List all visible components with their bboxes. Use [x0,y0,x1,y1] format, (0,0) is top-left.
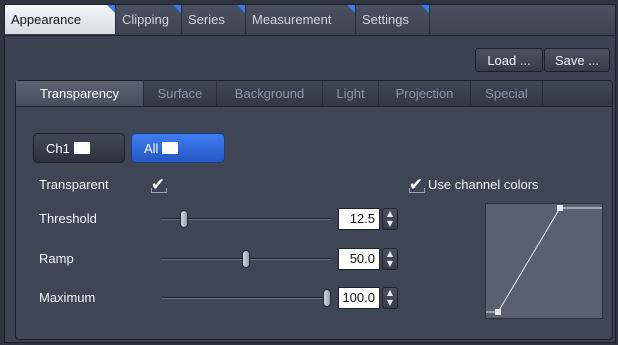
corner-marker-icon [421,5,429,13]
threshold-value-field[interactable]: 12.5 [338,208,380,230]
tab-label: Clipping [122,12,169,27]
ramp-label: Ramp [39,251,74,266]
tab-series[interactable]: Series [182,5,246,34]
corner-marker-icon [347,5,355,13]
tab-label: Settings [362,12,409,27]
use-channel-colors-checkbox[interactable]: ✔ [408,177,425,194]
corner-marker-icon [237,5,245,13]
chevron-up-icon[interactable]: ▲ [387,288,393,297]
ramp-stepper[interactable]: ▲ ▼ [382,248,398,270]
maximum-value-field[interactable]: 100.0 [338,287,380,309]
transparent-label: Transparent [39,177,109,192]
transfer-function-graph[interactable] [485,203,603,319]
chevron-down-icon[interactable]: ▼ [387,219,393,228]
chevron-down-icon[interactable]: ▼ [387,259,393,268]
curve-handle-low[interactable] [495,309,501,315]
chevron-up-icon[interactable]: ▲ [387,249,393,258]
transparent-checkbox[interactable]: ✔ [150,177,167,194]
tab-clipping[interactable]: Clipping [116,5,182,34]
corner-marker-icon [107,5,115,13]
tab-projection[interactable]: Projection [379,81,471,106]
tab-label: Measurement [252,12,332,27]
curve-handle-high[interactable] [557,205,563,211]
tab-transparency[interactable]: Transparency [16,81,144,106]
maximum-slider-thumb[interactable] [323,289,331,307]
save-button[interactable]: Save ... [544,48,610,72]
maximum-stepper[interactable]: ▲ ▼ [382,287,398,309]
tab-background[interactable]: Background [217,81,323,106]
tab-special[interactable]: Special [471,81,543,106]
maximum-label: Maximum [39,290,96,305]
tab-light[interactable]: Light [323,81,379,106]
channel-ch1-button[interactable]: Ch1 [33,133,125,163]
tab-measurement[interactable]: Measurement [246,5,356,34]
top-tab-bar: Appearance Clipping Series Measurement S… [5,5,615,36]
load-button[interactable]: Load ... [475,48,543,72]
tab-settings[interactable]: Settings [356,5,430,34]
tab-label: Series [188,12,225,27]
maximum-slider-track[interactable] [161,297,331,299]
tab-appearance[interactable]: Appearance [5,5,116,34]
tab-label: Appearance [11,12,82,27]
ramp-value-field[interactable]: 50.0 [338,248,380,270]
chevron-down-icon[interactable]: ▼ [387,298,393,307]
threshold-slider-thumb[interactable] [180,210,189,228]
sub-tab-bar: Transparency Surface Background Light Pr… [16,81,612,107]
channel-label: All [144,141,159,156]
threshold-stepper[interactable]: ▲ ▼ [382,208,398,230]
color-swatch [162,142,179,154]
use-channel-colors-label: Use channel colors [428,177,539,192]
ramp-slider-thumb[interactable] [242,250,250,268]
channel-all-button[interactable]: All [131,133,225,163]
appearance-panel: Appearance Clipping Series Measurement S… [4,4,616,343]
tab-surface[interactable]: Surface [144,81,217,106]
threshold-label: Threshold [39,211,97,226]
transfer-function-curve [486,205,602,315]
channel-label: Ch1 [46,141,70,156]
chevron-up-icon[interactable]: ▲ [387,209,393,218]
corner-marker-icon [173,5,181,13]
color-swatch [73,142,90,154]
